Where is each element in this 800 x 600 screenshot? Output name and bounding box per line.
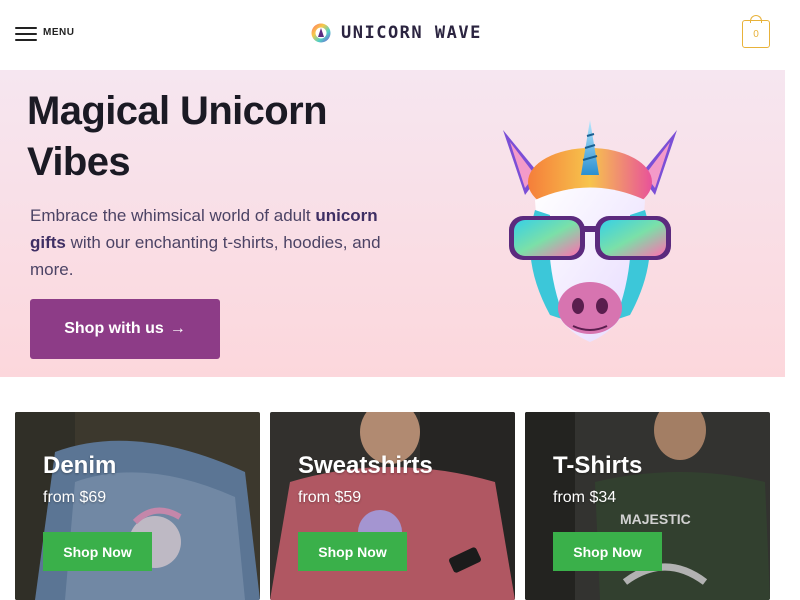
shop-now-button[interactable]: Shop Now (43, 532, 152, 571)
hero-title: Magical Unicorn Vibes (27, 89, 328, 184)
category-card-tshirts[interactable]: MAJESTIC T-Shirts from $34 Shop Now (525, 412, 770, 600)
shop-with-us-button[interactable]: Shop with us → (30, 299, 220, 359)
hamburger-icon (15, 25, 37, 41)
unicorn-sunglasses-illustration (503, 120, 677, 342)
category-title: Sweatshirts (298, 452, 433, 479)
category-price: from $69 (43, 489, 107, 506)
category-title: Denim (43, 452, 117, 479)
category-price: from $34 (553, 489, 617, 506)
category-price: from $59 (298, 489, 362, 506)
logo-text: UNICORN WAVE (341, 23, 482, 43)
cart-count: 0 (753, 29, 759, 40)
cta-label: Shop with us (64, 320, 164, 337)
site-logo[interactable]: UNICORN WAVE (311, 23, 482, 43)
site-header: MENU UNICORN WAVE 0 (0, 0, 800, 70)
shop-now-button[interactable]: Shop Now (298, 532, 407, 571)
unicorn-logo-icon (311, 23, 331, 43)
cart-button[interactable]: 0 (742, 15, 770, 48)
shop-now-button[interactable]: Shop Now (553, 532, 662, 571)
hero-banner: Magical Unicorn Vibes Embrace the whimsi… (0, 70, 785, 377)
menu-label: MENU (43, 26, 75, 38)
hero-text-start: Embrace the whimsical world of adult (30, 206, 316, 225)
category-card-denim[interactable]: Denim from $69 Shop Now (15, 412, 260, 600)
arrow-right-icon: → (169, 320, 186, 337)
hero-description: Embrace the whimsical world of adult uni… (30, 202, 400, 283)
menu-button[interactable]: MENU (15, 25, 75, 41)
hero-text-end: with our enchanting t-shirts, hoodies, a… (30, 233, 381, 279)
category-card-sweatshirts[interactable]: Sweatshirts from $59 Shop Now (270, 412, 515, 600)
category-title: T-Shirts (553, 452, 643, 479)
